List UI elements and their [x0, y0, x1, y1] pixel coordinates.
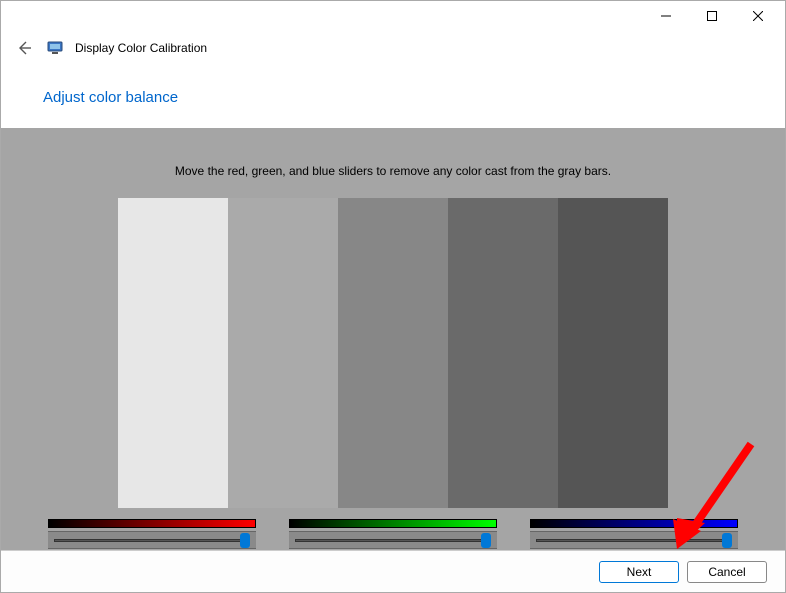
green-gradient — [289, 519, 497, 528]
green-slider[interactable] — [289, 519, 497, 549]
gray-bar — [118, 198, 228, 508]
minimize-icon — [661, 11, 671, 21]
gray-bar — [228, 198, 338, 508]
blue-gradient — [530, 519, 738, 528]
blue-slider-thumb[interactable] — [722, 533, 732, 548]
blue-slider[interactable] — [530, 519, 738, 549]
gray-bar — [338, 198, 448, 508]
maximize-button[interactable] — [689, 1, 735, 31]
monitor-icon — [47, 40, 63, 56]
green-slider-thumb[interactable] — [481, 533, 491, 548]
red-slider-thumb[interactable] — [240, 533, 250, 548]
close-button[interactable] — [735, 1, 781, 31]
page-title: Adjust color balance — [1, 65, 785, 128]
cancel-button[interactable]: Cancel — [687, 561, 767, 583]
window-title: Display Color Calibration — [75, 41, 207, 55]
instruction-text: Move the red, green, and blue sliders to… — [1, 164, 785, 178]
red-gradient — [48, 519, 256, 528]
gray-bars-display — [118, 198, 668, 508]
next-button[interactable]: Next — [599, 561, 679, 583]
close-icon — [753, 11, 763, 21]
red-slider[interactable] — [48, 519, 256, 549]
gray-bar — [448, 198, 558, 508]
minimize-button[interactable] — [643, 1, 689, 31]
maximize-icon — [707, 11, 717, 21]
back-arrow-icon — [16, 40, 32, 56]
back-button[interactable] — [13, 37, 35, 59]
gray-bar — [558, 198, 668, 508]
